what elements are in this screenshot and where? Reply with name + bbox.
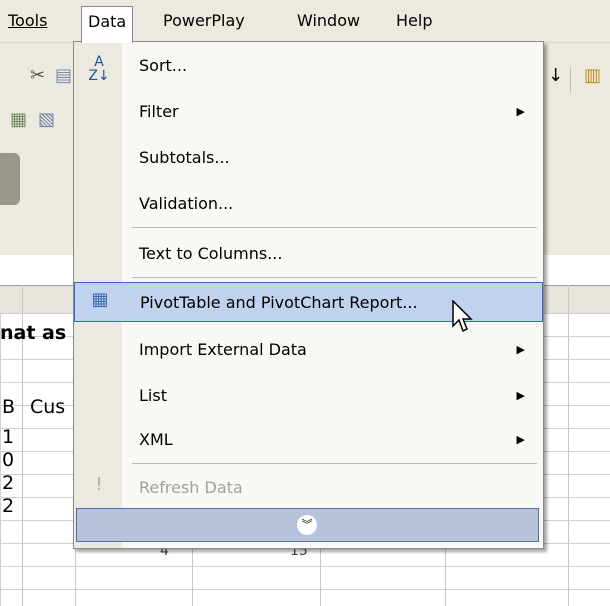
submenu-arrow-icon: ▶: [516, 105, 525, 118]
menu-powerplay[interactable]: PowerPlay: [157, 6, 251, 36]
cell-title-fragment[interactable]: nat as: [0, 322, 66, 344]
menu-item-text-to-columns[interactable]: Text to Columns...: [74, 234, 543, 274]
submenu-arrow-icon: ▶: [516, 343, 525, 356]
menu-item-label: Import External Data: [139, 340, 307, 359]
menu-item-label: Filter: [139, 102, 179, 121]
menu-item-refresh-data[interactable]: ! Refresh Data: [74, 468, 543, 508]
toolbar-icon-b[interactable]: ▧: [38, 109, 55, 130]
sort-az-icon: A Z↓: [88, 54, 110, 84]
grid-line: [568, 285, 569, 606]
menu-item-sort[interactable]: A Z↓ Sort...: [74, 46, 543, 86]
menu-item-label: List: [139, 386, 167, 405]
chart-wizard-icon[interactable]: ▥: [584, 65, 601, 86]
submenu-arrow-icon: ▶: [516, 389, 525, 402]
menu-separator: [132, 463, 537, 464]
pivottable-icon: ▦: [91, 289, 109, 310]
menu-separator: [132, 227, 537, 228]
menu-item-validation[interactable]: Validation...: [74, 184, 543, 224]
menu-data[interactable]: Data: [81, 6, 134, 43]
menu-item-label: PivotTable and PivotChart Report...: [140, 293, 418, 312]
menu-window-label: Window: [297, 11, 361, 30]
menu-item-filter[interactable]: Filter ▶: [74, 92, 543, 132]
cut-icon[interactable]: ✂: [30, 65, 45, 86]
menu-bar: Tools Data PowerPlay Window Help: [0, 0, 610, 43]
submenu-arrow-icon: ▶: [516, 433, 525, 446]
copy-icon[interactable]: ▤: [55, 65, 72, 86]
menu-tools[interactable]: Tools: [2, 6, 53, 36]
toolbar-separator: [570, 67, 571, 93]
menu-help[interactable]: Help: [390, 6, 438, 36]
menu-help-label: Help: [396, 11, 433, 30]
data-menu: A Z↓ Sort... Filter ▶ Subtotals... Valida…: [73, 41, 544, 549]
menu-window[interactable]: Window: [291, 6, 366, 36]
menu-item-label: XML: [139, 430, 173, 449]
toolbar-handle[interactable]: [0, 153, 20, 205]
menu-item-label: Validation...: [139, 194, 234, 213]
menu-item-label: Refresh Data: [139, 478, 243, 497]
sort-desc-icon[interactable]: ↓: [548, 65, 563, 86]
menu-item-list[interactable]: List ▶: [74, 376, 543, 416]
cell-b-header[interactable]: B: [2, 396, 15, 418]
menu-powerplay-label: PowerPlay: [163, 11, 245, 30]
menu-expand-button[interactable]: ︾: [76, 508, 539, 542]
menu-tools-label: Tools: [8, 11, 48, 30]
menu-item-subtotals[interactable]: Subtotals...: [74, 138, 543, 178]
toolbar-icon-a[interactable]: ▦: [10, 109, 27, 130]
menu-separator: [132, 277, 537, 278]
menu-item-label: Text to Columns...: [139, 244, 283, 263]
refresh-exclamation-icon: !: [95, 474, 103, 495]
menu-item-label: Sort...: [139, 56, 188, 75]
cell-value[interactable]: 1: [2, 426, 14, 448]
cell-value[interactable]: 0: [2, 449, 14, 471]
menu-item-xml[interactable]: XML ▶: [74, 420, 543, 460]
menu-data-label: Data: [88, 12, 127, 31]
menu-item-import-external-data[interactable]: Import External Data ▶: [74, 330, 543, 370]
menu-item-label: Subtotals...: [139, 148, 230, 167]
cell-value[interactable]: 2: [2, 472, 14, 494]
mouse-cursor-icon: [452, 300, 473, 333]
cell-value[interactable]: 2: [2, 495, 14, 517]
cell-c-header[interactable]: Cus: [30, 396, 65, 418]
double-chevron-down-icon: ︾: [297, 515, 317, 535]
